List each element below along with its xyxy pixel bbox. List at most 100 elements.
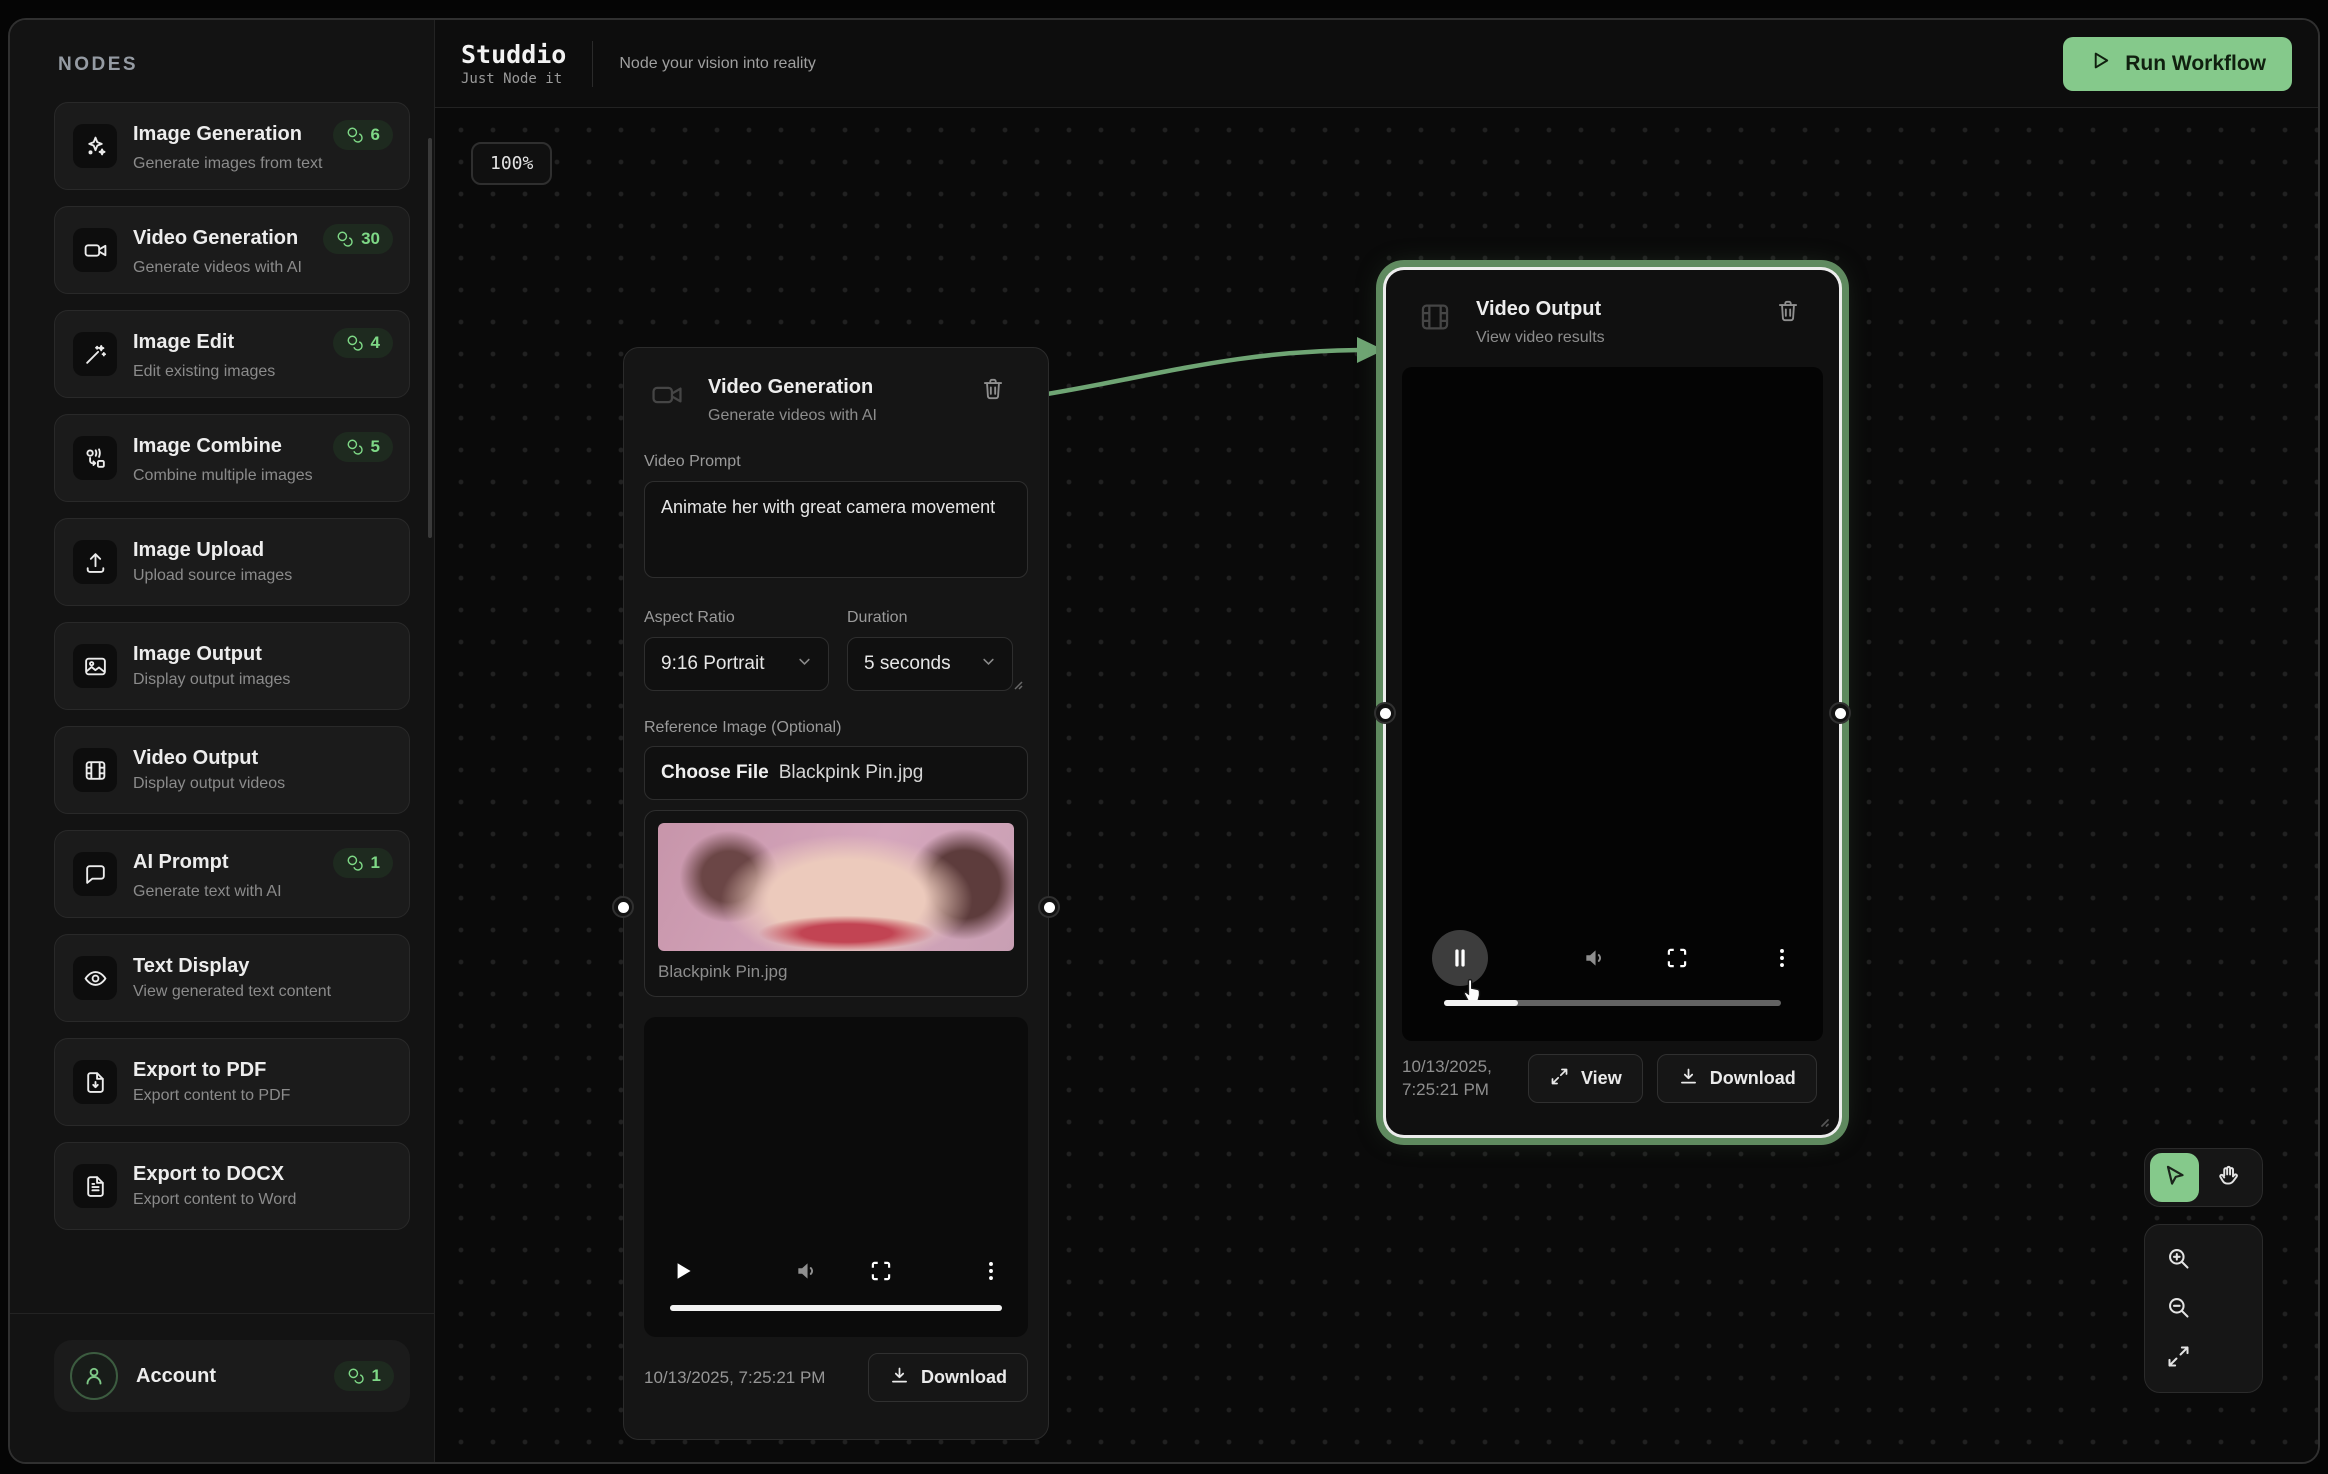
- video-frame: [1428, 375, 1798, 1031]
- account-button[interactable]: Account 1: [54, 1340, 410, 1412]
- sidebar-item-text-display[interactable]: Text Display View generated text content: [54, 934, 410, 1022]
- prompt-label: Video Prompt: [644, 453, 1028, 471]
- credits-badge: 6: [333, 120, 393, 150]
- sidebar-item-ai-prompt[interactable]: AI Prompt 1 Generate text with AI: [54, 830, 410, 918]
- credits-badge: 30: [323, 224, 393, 254]
- item-desc: View generated text content: [133, 983, 393, 1001]
- generated-video-player[interactable]: [644, 1017, 1028, 1337]
- file-text-icon: [73, 1164, 117, 1208]
- play-button[interactable]: [670, 1258, 696, 1287]
- pause-button[interactable]: [1432, 930, 1488, 986]
- zoom-in-icon: [2165, 1245, 2192, 1275]
- node-subtitle: View video results: [1476, 329, 1757, 347]
- hand-icon: [2216, 1163, 2242, 1192]
- video-generation-node[interactable]: Video Generation Generate videos with AI…: [623, 347, 1049, 1440]
- reference-thumbnail-card: Blackpink Pin.jpg: [644, 810, 1028, 997]
- item-desc: Export content to PDF: [133, 1087, 393, 1105]
- node-title: Video Output: [1476, 298, 1757, 321]
- choose-file-input[interactable]: Choose File Blackpink Pin.jpg: [644, 746, 1028, 800]
- textarea-resize-grip[interactable]: [1010, 677, 1024, 691]
- fit-view-button[interactable]: [2145, 1334, 2262, 1382]
- download-icon: [889, 1365, 910, 1391]
- video-progress-bar[interactable]: [670, 1305, 1002, 1311]
- node-title: Video Generation: [708, 376, 962, 399]
- chevron-down-icon: [979, 652, 998, 677]
- video-camera-icon: [650, 378, 690, 418]
- sidebar-footer: Account 1: [10, 1313, 434, 1462]
- output-handle[interactable]: [1038, 896, 1060, 918]
- video-output-node[interactable]: Video Output View video results 10/13/20…: [1386, 270, 1839, 1135]
- fullscreen-icon[interactable]: [868, 1258, 894, 1287]
- item-name: Image Generation: [133, 123, 302, 146]
- tagline: Node your vision into reality: [619, 55, 816, 73]
- trash-icon: [1775, 312, 1801, 327]
- pan-tool-button[interactable]: [2204, 1153, 2253, 1202]
- item-desc: Display output images: [133, 671, 393, 689]
- node-header: Video Output View video results: [1402, 270, 1823, 347]
- upload-icon: [73, 540, 117, 584]
- sidebar: NODES Image Generation 6 Generate images…: [10, 20, 435, 1462]
- sidebar-item-video-generation[interactable]: Video Generation 30 Generate videos with…: [54, 206, 410, 294]
- download-icon: [1678, 1066, 1699, 1092]
- output-video-player[interactable]: [1402, 367, 1823, 1041]
- aspect-ratio-label: Aspect Ratio: [644, 609, 829, 627]
- item-name: Video Generation: [133, 227, 298, 250]
- sidebar-item-export-docx[interactable]: Export to DOCX Export content to Word: [54, 1142, 410, 1230]
- download-button[interactable]: Download: [1657, 1054, 1817, 1103]
- item-name: Image Output: [133, 643, 262, 666]
- sidebar-item-image-combine[interactable]: Image Combine 5 Combine multiple images: [54, 414, 410, 502]
- sidebar-item-image-generation[interactable]: Image Generation 6 Generate images from …: [54, 102, 410, 190]
- fullscreen-icon[interactable]: [1664, 945, 1690, 974]
- film-icon: [1418, 300, 1458, 340]
- item-desc: Edit existing images: [133, 363, 393, 381]
- run-workflow-button[interactable]: Run Workflow: [2063, 37, 2292, 91]
- file-name: Blackpink Pin.jpg: [779, 762, 924, 784]
- generation-timestamp: 10/13/2025, 7:25:21 PM: [644, 1368, 825, 1388]
- zoom-level-badge[interactable]: 100%: [471, 142, 552, 185]
- aspect-ratio-select[interactable]: 9:16 Portrait: [644, 637, 829, 691]
- credits-badge: 1: [333, 848, 393, 878]
- credits-badge: 1: [334, 1361, 394, 1391]
- select-tool-button[interactable]: [2150, 1153, 2199, 1202]
- app-title: Studdio: [461, 40, 566, 69]
- canvas[interactable]: 100% Video Generation Generate videos wi…: [435, 108, 2318, 1462]
- sidebar-item-export-pdf[interactable]: Export to PDF Export content to PDF: [54, 1038, 410, 1126]
- sidebar-item-image-upload[interactable]: Image Upload Upload source images: [54, 518, 410, 606]
- duration-label: Duration: [847, 609, 1013, 627]
- zoom-out-button[interactable]: [2145, 1285, 2262, 1333]
- reference-image-label: Reference Image (Optional): [644, 719, 1028, 737]
- kebab-menu-icon[interactable]: [978, 1258, 1004, 1287]
- sidebar-section-title: NODES: [58, 54, 434, 76]
- app-subtitle: Just Node it: [461, 71, 566, 87]
- view-button[interactable]: View: [1528, 1054, 1643, 1103]
- choose-file-button[interactable]: Choose File: [661, 762, 769, 784]
- volume-muted-icon[interactable]: [1582, 945, 1608, 974]
- sidebar-item-image-output[interactable]: Image Output Display output images: [54, 622, 410, 710]
- duration-select[interactable]: 5 seconds: [847, 637, 1013, 691]
- node-palette: Image Generation 6 Generate images from …: [54, 102, 410, 1230]
- delete-node-button[interactable]: [1775, 298, 1801, 327]
- video-progress-bar[interactable]: [1444, 1000, 1781, 1006]
- cursor-icon: [2162, 1163, 2188, 1192]
- volume-muted-icon[interactable]: [794, 1258, 820, 1287]
- image-icon: [73, 644, 117, 688]
- kebab-menu-icon[interactable]: [1769, 945, 1795, 974]
- reference-image-thumbnail[interactable]: [658, 823, 1014, 951]
- sidebar-item-video-output[interactable]: Video Output Display output videos: [54, 726, 410, 814]
- magic-wand-icon: [73, 332, 117, 376]
- pointer-tool-group: [2144, 1148, 2263, 1207]
- item-name: Image Edit: [133, 331, 234, 354]
- credits-badge: 5: [333, 432, 393, 462]
- input-handle[interactable]: [612, 896, 634, 918]
- zoom-controls: [2144, 1224, 2263, 1393]
- node-resize-handle[interactable]: [1814, 1112, 1830, 1128]
- video-prompt-textarea[interactable]: Animate her with great camera movement: [644, 481, 1028, 578]
- input-handle[interactable]: [1374, 702, 1396, 724]
- delete-node-button[interactable]: [980, 376, 1006, 405]
- zoom-in-button[interactable]: [2145, 1236, 2262, 1284]
- sidebar-scrollbar[interactable]: [428, 138, 432, 538]
- sidebar-item-image-edit[interactable]: Image Edit 4 Edit existing images: [54, 310, 410, 398]
- download-button[interactable]: Download: [868, 1353, 1028, 1402]
- item-name: Text Display: [133, 955, 249, 978]
- output-handle[interactable]: [1829, 702, 1851, 724]
